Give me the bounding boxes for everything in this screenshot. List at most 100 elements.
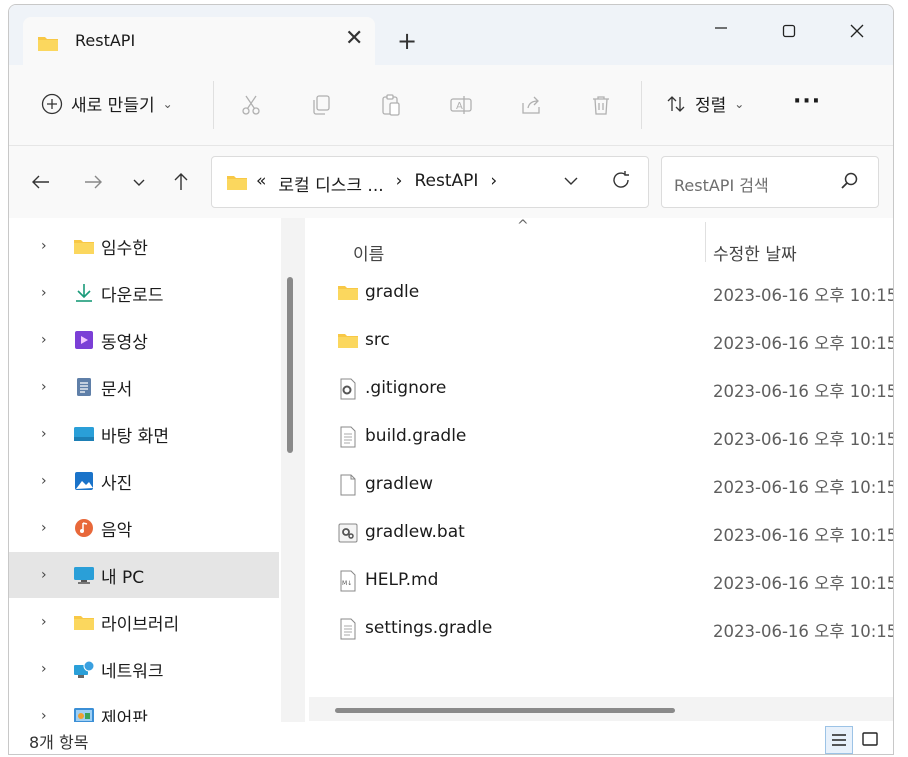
large-icons-view-button[interactable] [857, 726, 883, 752]
breadcrumb-separator[interactable]: › [396, 171, 403, 196]
file-row-gradlew-bat[interactable]: gradlew.bat 2023-06-16 오후 10:15 [309, 508, 893, 556]
share-icon[interactable] [519, 93, 543, 117]
tab-title: RestAPI [75, 31, 136, 50]
rename-icon[interactable]: A [449, 93, 473, 117]
minimize-button[interactable] [697, 11, 745, 51]
chevron-right-icon[interactable]: › [41, 661, 47, 677]
paste-icon[interactable] [379, 93, 403, 117]
file-list-header: ^ 이름 수정한 날짜 [309, 218, 893, 266]
nav-scrollbar-track[interactable] [281, 218, 305, 722]
nav-item-network[interactable]: › 네트워크 [9, 646, 279, 692]
recent-locations-button[interactable] [125, 168, 153, 196]
nav-item-label: 임수한 [101, 238, 148, 259]
chevron-right-icon[interactable]: › [41, 426, 47, 442]
nav-scrollbar-thumb[interactable] [287, 277, 293, 453]
nav-item-user[interactable]: › 임수한 [9, 223, 279, 269]
file-date: 2023-06-16 오후 10:15 [713, 526, 894, 545]
tab-close-icon[interactable]: ✕ [345, 28, 363, 50]
nav-item-label: 네트워크 [101, 661, 164, 682]
chevron-down-icon[interactable] [562, 171, 580, 189]
nav-item-pictures[interactable]: › 사진 [9, 458, 279, 504]
folder-icon [74, 240, 94, 254]
breadcrumb-overflow[interactable]: « [256, 171, 266, 196]
address-bar-row: « 로컬 디스크 ... › RestAPI › RestAPI 검색 [9, 146, 893, 218]
chevron-right-icon[interactable]: › [41, 332, 47, 348]
nav-item-documents[interactable]: › 문서 [9, 364, 279, 410]
file-row-gradle[interactable]: gradle 2023-06-16 오후 10:15 [309, 268, 893, 316]
up-button[interactable] [167, 168, 195, 196]
file-row-src[interactable]: src 2023-06-16 오후 10:15 [309, 316, 893, 364]
back-button[interactable] [27, 168, 55, 196]
chevron-right-icon[interactable]: › [41, 614, 47, 630]
new-tab-icon[interactable]: + [397, 29, 417, 53]
nav-item-videos[interactable]: › 동영상 [9, 317, 279, 363]
minimize-icon [715, 27, 727, 29]
file-date: 2023-06-16 오후 10:15 [713, 622, 894, 641]
chevron-right-icon[interactable]: › [41, 285, 47, 301]
chevron-right-icon[interactable]: › [41, 238, 47, 254]
sort-button[interactable]: 정렬 ⌄ [665, 91, 744, 116]
library-icon [74, 616, 94, 630]
chevron-right-icon[interactable]: › [41, 520, 47, 536]
document-icon [77, 378, 91, 396]
toolbar-divider [641, 81, 642, 129]
nav-item-this-pc[interactable]: › 내 PC [9, 552, 279, 598]
nav-item-music[interactable]: › 음악 [9, 505, 279, 551]
chevron-right-icon[interactable]: › [41, 379, 47, 395]
breadcrumb-separator[interactable]: › [490, 171, 497, 196]
config-file-icon [340, 378, 356, 400]
maximize-button[interactable] [765, 11, 813, 51]
network-icon [74, 660, 95, 678]
copy-icon[interactable] [309, 93, 333, 117]
file-name: gradlew [365, 474, 434, 494]
nav-item-label: 바탕 화면 [101, 426, 169, 447]
search-input[interactable]: RestAPI 검색 [661, 156, 879, 208]
large-icons-view-icon [862, 732, 878, 746]
more-options-icon[interactable]: ··· [793, 89, 821, 114]
chevron-right-icon[interactable]: › [41, 473, 47, 489]
breadcrumb-local-disk[interactable]: 로컬 디스크 ... [278, 171, 383, 196]
file-row-help-md[interactable]: M↓ HELP.md 2023-06-16 오후 10:15 [309, 556, 893, 604]
arrow-left-icon [32, 175, 49, 189]
chevron-right-icon[interactable]: › [41, 567, 47, 583]
new-button[interactable]: 새로 만들기 ⌄ [41, 91, 173, 116]
tab-restapi[interactable]: RestAPI ✕ [23, 17, 375, 65]
breadcrumb-restapi[interactable]: RestAPI [414, 171, 478, 196]
file-row-build-gradle[interactable]: build.gradle 2023-06-16 오후 10:15 [309, 412, 893, 460]
cut-icon[interactable] [239, 93, 263, 117]
column-header-date[interactable]: 수정한 날짜 [713, 240, 797, 265]
maximize-icon [782, 24, 796, 38]
text-file-icon [340, 618, 356, 640]
item-count: 8개 항목 [29, 733, 89, 752]
forward-button[interactable] [79, 168, 107, 196]
sort-ascending-icon: ^ [517, 218, 529, 234]
nav-item-libraries[interactable]: › 라이브러리 [9, 599, 279, 645]
download-icon [76, 284, 92, 302]
file-row-gitignore[interactable]: .gitignore 2023-06-16 오후 10:15 [309, 364, 893, 412]
svg-text:M↓: M↓ [342, 580, 352, 587]
explorer-window: RestAPI ✕ + 새로 만들기 ⌄ A 정렬 ⌄ ··· « 로컬 디스크… [8, 4, 894, 755]
file-name: gradlew.bat [365, 522, 465, 542]
nav-item-downloads[interactable]: › 다운로드 [9, 270, 279, 316]
file-list-scrollbar-thumb[interactable] [335, 708, 675, 713]
file-row-gradlew[interactable]: gradlew 2023-06-16 오후 10:15 [309, 460, 893, 508]
title-bar: RestAPI ✕ + [9, 5, 893, 65]
file-date: 2023-06-16 오후 10:15 [713, 382, 894, 401]
refresh-icon[interactable] [610, 169, 632, 191]
blank-file-icon [340, 474, 356, 496]
address-input[interactable]: « 로컬 디스크 ... › RestAPI › [211, 156, 649, 208]
column-header-name[interactable]: 이름 [353, 240, 384, 265]
file-name: settings.gradle [365, 618, 493, 638]
search-icon[interactable] [840, 171, 860, 191]
chevron-down-icon: ⌄ [734, 96, 745, 111]
file-name: src [365, 330, 390, 350]
arrow-right-icon [85, 175, 102, 189]
nav-item-desktop[interactable]: › 바탕 화면 [9, 411, 279, 457]
file-row-settings-gradle[interactable]: settings.gradle 2023-06-16 오후 10:15 [309, 604, 893, 652]
close-button[interactable] [833, 11, 881, 51]
details-view-button[interactable] [825, 726, 853, 754]
nav-item-label: 동영상 [101, 332, 148, 353]
file-name: gradle [365, 282, 420, 302]
column-divider[interactable] [705, 222, 706, 262]
delete-icon[interactable] [589, 93, 613, 117]
